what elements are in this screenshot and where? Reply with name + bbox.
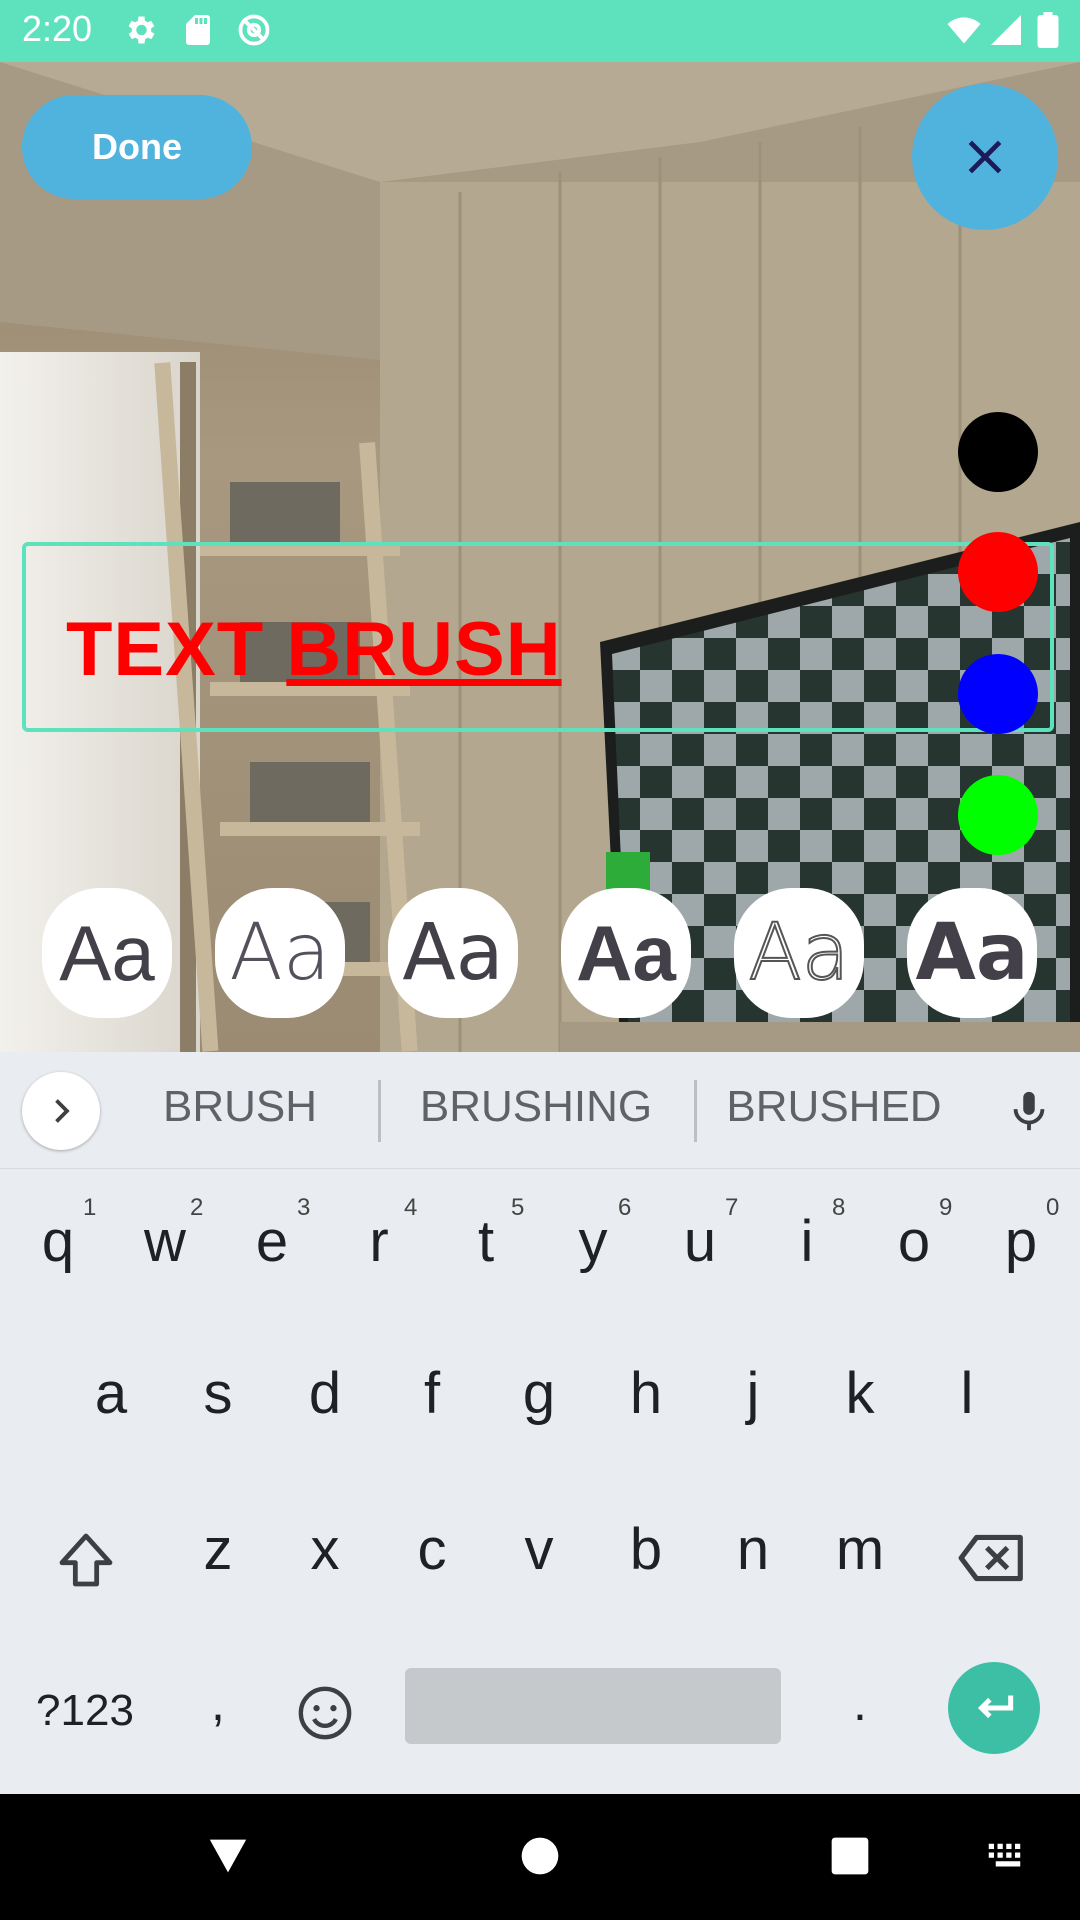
settings-icon (128, 16, 155, 44)
color-swatch-red[interactable] (958, 532, 1038, 612)
key-hint: 0 (1046, 1194, 1060, 1221)
key-d[interactable]: d (285, 1360, 365, 1427)
backspace-icon[interactable] (956, 1526, 1028, 1590)
symbols-key[interactable]: ?123 (30, 1686, 140, 1736)
close-icon (968, 140, 1002, 174)
key-x[interactable]: x (285, 1516, 365, 1583)
suggestion-1[interactable]: BRUSH (130, 1082, 350, 1132)
key-b[interactable]: b (606, 1516, 686, 1583)
font-option-2[interactable]: Aa (215, 888, 345, 1018)
suggestion-divider (378, 1080, 381, 1142)
photo-canvas[interactable]: Done TEXT BRUSH Aa Aa Aa Aa Aa Aa (0, 62, 1080, 1052)
suggestion-2[interactable]: BRUSHING (400, 1082, 672, 1132)
key-n[interactable]: n (713, 1516, 793, 1583)
key-hint: 9 (939, 1194, 953, 1221)
soft-keyboard: BRUSH BRUSHING BRUSHED q w e r t y u i o… (0, 1052, 1080, 1794)
wifi-icon (947, 17, 981, 44)
text-word-1: TEXT (66, 607, 287, 692)
key-v[interactable]: v (499, 1516, 579, 1583)
key-a[interactable]: a (71, 1360, 151, 1427)
color-swatch-blue[interactable] (958, 654, 1038, 734)
key-hint: 5 (511, 1194, 525, 1221)
text-content: TEXT BRUSH (66, 606, 562, 693)
key-l[interactable]: l (927, 1360, 1007, 1427)
font-option-6[interactable]: Aa (907, 888, 1037, 1018)
color-swatch-black[interactable] (958, 412, 1038, 492)
key-hint: 6 (618, 1194, 632, 1221)
emoji-icon[interactable] (296, 1684, 354, 1742)
key-f[interactable]: f (392, 1360, 472, 1427)
battery-icon (1037, 12, 1059, 48)
suggestion-bar: BRUSH BRUSHING BRUSHED (0, 1052, 1080, 1169)
font-option-5[interactable]: Aa (734, 888, 864, 1018)
chevron-right-icon (55, 1099, 70, 1123)
status-bar: 2:20 (0, 0, 1080, 62)
key-c[interactable]: c (392, 1516, 472, 1583)
enter-button[interactable] (948, 1662, 1040, 1754)
key-hint: 1 (83, 1194, 97, 1221)
key-hint: 2 (190, 1194, 204, 1221)
space-bar[interactable] (405, 1668, 781, 1744)
font-option-4[interactable]: Aa (561, 888, 691, 1018)
key-hint: 8 (832, 1194, 846, 1221)
key-k[interactable]: k (820, 1360, 900, 1427)
key-hint: 7 (725, 1194, 739, 1221)
home-nav-icon[interactable] (520, 1836, 560, 1876)
font-option-5-label: Aa (747, 907, 850, 999)
color-swatch-green[interactable] (958, 775, 1038, 855)
shift-icon[interactable] (54, 1528, 118, 1592)
text-word-2: BRUSH (286, 607, 562, 692)
key-s[interactable]: s (178, 1360, 258, 1427)
keyboard-switch-icon[interactable] (986, 1842, 1030, 1870)
navigation-bar (0, 1794, 1080, 1920)
sd-card-icon (186, 15, 210, 45)
key-h[interactable]: h (606, 1360, 686, 1427)
key-j[interactable]: j (713, 1360, 793, 1427)
key-hint: 3 (297, 1194, 311, 1221)
close-button[interactable] (912, 84, 1058, 230)
recents-nav-icon[interactable] (830, 1836, 870, 1876)
text-input-box[interactable]: TEXT BRUSH (22, 542, 1054, 732)
suggestion-3[interactable]: BRUSHED (712, 1082, 956, 1132)
key-m[interactable]: m (820, 1516, 900, 1583)
key-hint: 4 (404, 1194, 418, 1221)
key-z[interactable]: z (178, 1516, 258, 1583)
key-period[interactable]: . (820, 1674, 900, 1732)
sync-icon (238, 14, 270, 46)
status-time: 2:20 (22, 8, 93, 49)
key-comma[interactable]: , (178, 1674, 258, 1732)
enter-icon (977, 1695, 1014, 1719)
font-option-1[interactable]: Aa (42, 888, 172, 1018)
suggestion-divider (694, 1080, 697, 1142)
done-button[interactable]: Done (22, 95, 252, 199)
key-g[interactable]: g (499, 1360, 579, 1427)
font-option-3[interactable]: Aa (388, 888, 518, 1018)
microphone-icon[interactable] (1006, 1088, 1052, 1134)
cell-signal-icon (991, 15, 1021, 45)
back-nav-icon[interactable] (206, 1836, 250, 1876)
expand-suggestions-button[interactable] (22, 1072, 100, 1150)
